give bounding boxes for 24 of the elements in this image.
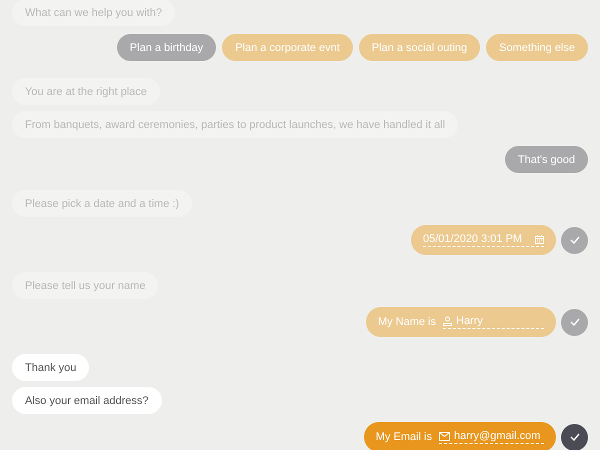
- name-field[interactable]: Harry: [456, 315, 544, 327]
- date-field[interactable]: 05/01/2020 3:01 PM: [423, 233, 531, 245]
- message-bubble: Also your email address?: [12, 387, 162, 414]
- field-label: My Email is: [376, 431, 432, 443]
- message-bubble: Please tell us your name: [12, 272, 158, 299]
- choice-button[interactable]: Plan a social outing: [358, 34, 480, 61]
- confirm-button[interactable]: [561, 424, 588, 450]
- envelope-icon: [439, 432, 450, 440]
- check-icon: [570, 433, 580, 441]
- choice-button[interactable]: Something else: [486, 34, 588, 61]
- message-bubble: Thank you: [12, 354, 90, 381]
- calendar-icon: [535, 234, 544, 244]
- person-icon: [443, 316, 452, 326]
- reply-bubble: That's good: [504, 146, 588, 173]
- check-icon: [570, 236, 580, 244]
- field-label: My Name is: [378, 316, 436, 328]
- check-icon: [570, 318, 580, 326]
- choice-button[interactable]: Plan a corporate evnt: [222, 34, 353, 61]
- email-field[interactable]: harry@gmail.com: [454, 430, 544, 442]
- message-bubble: You are at the right place: [12, 78, 160, 105]
- message-bubble: Please pick a date and a time :): [12, 190, 192, 217]
- message-bubble: What can we help you with?: [12, 0, 175, 26]
- message-bubble: From banquets, award ceremonies, parties to product launches, we have handled it all: [12, 111, 458, 138]
- choice-button[interactable]: Plan a birthday: [116, 34, 216, 61]
